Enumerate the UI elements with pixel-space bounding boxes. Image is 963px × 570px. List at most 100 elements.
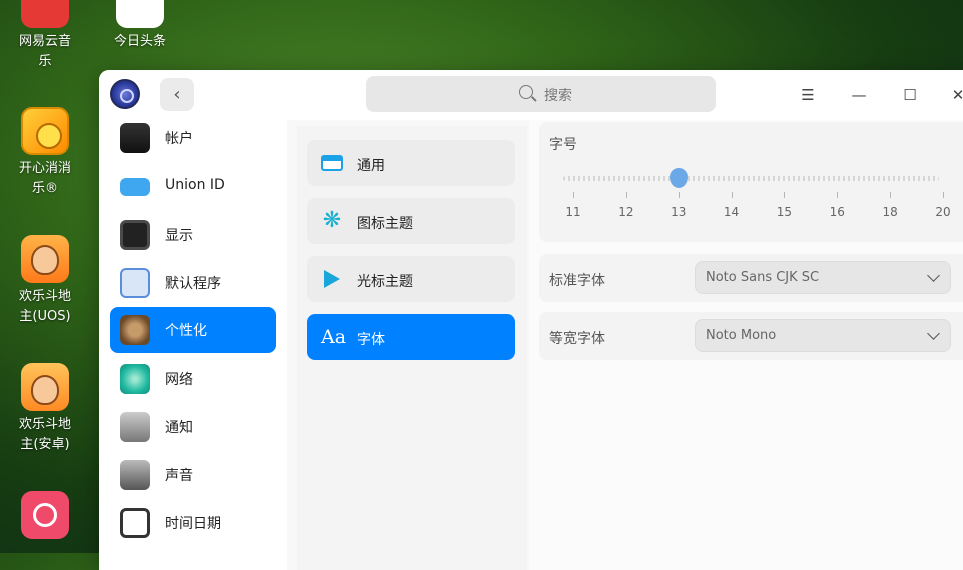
font-size-tick	[784, 192, 786, 198]
bell-icon	[120, 412, 150, 442]
account-icon	[120, 123, 150, 153]
xiaoxiaole-icon	[21, 107, 69, 155]
subnav-item-label: 图标主题	[357, 216, 413, 232]
meitu-icon	[21, 491, 69, 539]
font-size-tick	[837, 192, 839, 198]
desktop-icon-meitu[interactable]	[0, 491, 90, 543]
font-size-tick-label: 18	[882, 205, 898, 219]
sidebar-item-label: 时间日期	[165, 516, 221, 532]
minimize-button[interactable]: —	[844, 82, 874, 108]
sidebar-item-label: 默认程序	[165, 276, 221, 292]
clock-icon	[120, 508, 150, 538]
font-size-tick	[678, 192, 680, 198]
subnav-item-label: 字体	[357, 332, 385, 348]
standard-font-value: Noto Sans CJK SC	[706, 270, 820, 285]
desktop-icon-ddz-uos[interactable]: 欢乐斗地主(UOS)	[0, 235, 90, 327]
desktop-icon-netease-music[interactable]: 网易云音乐	[0, 0, 90, 72]
maximize-button[interactable]: ☐	[895, 82, 925, 108]
font-size-tick-label: 14	[723, 205, 740, 219]
desktop-icon-ddz-android[interactable]: 欢乐斗地主(安卓)	[0, 363, 90, 455]
display-icon	[120, 220, 150, 250]
standard-font-select[interactable]: Noto Sans CJK SC	[695, 261, 951, 294]
subnav-item-font[interactable]: Aa 字体	[307, 314, 515, 360]
font-settings-panel: 字号 11 12 13 14 15 16 18 20 标准字体 Noto Sans CJK S…	[529, 120, 963, 570]
font-size-tick	[573, 192, 574, 198]
font-size-slider-track[interactable]	[563, 176, 939, 181]
subnav-item-icon-theme[interactable]: ❋ 图标主题	[307, 198, 515, 244]
font-size-tick-label: 15	[776, 205, 793, 219]
sidebar-item-account[interactable]: 帐户	[110, 115, 276, 161]
chevron-down-icon	[927, 269, 940, 282]
sidebar-item-datetime[interactable]: 时间日期	[110, 500, 276, 546]
icon-theme-icon: ❋	[322, 208, 342, 233]
sidebar-item-network[interactable]: 网络	[110, 356, 276, 402]
font-size-tick-label: 16	[829, 205, 845, 219]
desktop-icon-label: 欢乐斗地主(UOS)	[18, 289, 71, 324]
sidebar-item-display[interactable]: 显示	[110, 212, 276, 258]
font-size-title: 字号	[549, 137, 577, 153]
sidebar-item-label: 帐户	[165, 131, 193, 147]
font-size-tick	[625, 192, 627, 198]
subnav-item-cursor-theme[interactable]: 光标主题	[307, 256, 515, 302]
font-size-tick	[731, 192, 733, 198]
sidebar: 帐户 Union ID 显示 默认程序 个性化 网络 通知 声音 时间日期	[99, 120, 287, 570]
titlebar: ‹ 搜索 ☰ — ☐ ✕	[99, 70, 963, 120]
search-input[interactable]: 搜索	[366, 76, 716, 112]
network-icon	[120, 364, 150, 394]
standard-font-label: 标准字体	[549, 273, 605, 289]
search-icon	[519, 85, 533, 99]
toutiao-icon: 头条	[116, 0, 164, 28]
sidebar-item-sound[interactable]: 声音	[110, 452, 276, 498]
font-size-slider-handle[interactable]	[669, 168, 688, 188]
mono-font-value: Noto Mono	[706, 328, 777, 343]
font-size-tick	[890, 192, 892, 198]
font-size-tick-label: 11	[565, 205, 581, 219]
standard-font-row: 标准字体 Noto Sans CJK SC	[539, 254, 963, 302]
speaker-icon	[120, 460, 150, 490]
sidebar-item-label: 网络	[165, 372, 193, 388]
font-icon: Aa	[321, 326, 347, 348]
personalization-subnav: 通用 ❋ 图标主题 光标主题 Aa 字体	[297, 126, 527, 570]
close-button[interactable]: ✕	[943, 82, 963, 108]
sidebar-item-union-id[interactable]: Union ID	[110, 164, 276, 210]
control-center-logo-icon	[110, 79, 140, 109]
font-size-tick-label: 20	[935, 205, 951, 219]
mono-font-row: 等宽字体 Noto Mono	[539, 312, 963, 360]
font-size-panel: 字号 11 12 13 14 15 16 18 20	[539, 122, 963, 242]
font-size-tick-label: 13	[671, 205, 687, 219]
cursor-theme-icon	[324, 270, 340, 288]
search-placeholder: 搜索	[544, 88, 572, 104]
desktop-icon-label: 欢乐斗地主(安卓)	[18, 417, 71, 452]
sidebar-item-label: Union ID	[165, 177, 225, 193]
netease-music-icon	[21, 0, 69, 28]
sidebar-item-notifications[interactable]: 通知	[110, 404, 276, 450]
control-center-window: ‹ 搜索 ☰ — ☐ ✕ 帐户 Union ID 显示 默认程序 个性化 网络 …	[99, 70, 963, 570]
font-size-tick-label: 12	[618, 205, 634, 219]
desktop-icon-label: 开心消消乐®	[18, 161, 71, 196]
desktop-icon-label: 今日头条	[113, 34, 166, 49]
desktop-icon-label: 网易云音乐	[18, 34, 71, 69]
sidebar-item-personalization[interactable]: 个性化	[110, 307, 276, 353]
default-apps-icon	[120, 268, 150, 298]
mono-font-select[interactable]: Noto Mono	[695, 319, 951, 352]
desktop-icon-toutiao[interactable]: 头条 今日头条	[95, 0, 185, 52]
sidebar-item-label: 声音	[165, 468, 193, 484]
subnav-item-label: 通用	[357, 158, 385, 174]
mono-font-label: 等宽字体	[549, 331, 605, 347]
ddz-uos-icon	[21, 235, 69, 283]
sidebar-item-label: 显示	[165, 228, 193, 244]
menu-button[interactable]: ☰	[793, 82, 823, 108]
sidebar-item-label: 个性化	[165, 323, 207, 339]
sidebar-item-label: 通知	[165, 420, 193, 436]
sidebar-item-default-apps[interactable]: 默认程序	[110, 260, 276, 306]
back-button[interactable]: ‹	[160, 78, 194, 111]
general-icon	[321, 155, 343, 171]
subnav-item-label: 光标主题	[357, 274, 413, 290]
personalization-icon	[120, 315, 150, 345]
font-size-tick	[943, 192, 944, 198]
subnav-item-general[interactable]: 通用	[307, 140, 515, 186]
chevron-down-icon	[927, 327, 940, 340]
ddz-android-icon	[21, 363, 69, 411]
union-id-cloud-icon	[120, 178, 150, 196]
desktop-icon-xiaoxiaole[interactable]: 开心消消乐®	[0, 107, 90, 199]
